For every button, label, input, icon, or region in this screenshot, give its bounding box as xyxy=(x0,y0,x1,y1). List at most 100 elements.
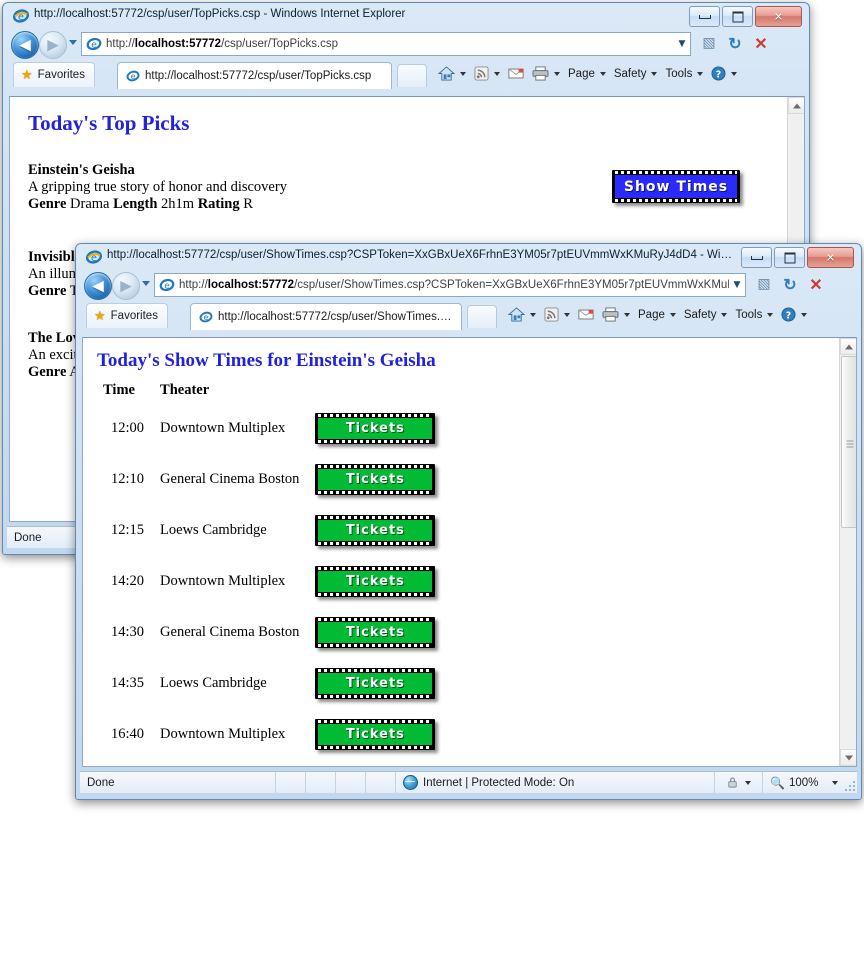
scroll-up-button[interactable] xyxy=(840,338,856,355)
film-perforations-bottom xyxy=(318,644,433,647)
tab-bar-showtimes[interactable]: ★ Favorites e http://localhost:57772/csp… xyxy=(80,300,857,330)
refresh-icon[interactable]: ↻ xyxy=(725,34,745,54)
page-content-showtimes: Today's Show Times for Einstein's Geisha… xyxy=(83,338,839,766)
tab-bar-toppicks[interactable]: ★ Favorites e http://localhost:57772/csp… xyxy=(7,59,805,89)
zoom-chevron-down-icon[interactable] xyxy=(832,780,839,785)
feeds-button[interactable] xyxy=(541,305,573,324)
tools-menu[interactable]: Tools xyxy=(732,307,776,323)
stop-icon[interactable]: ✕ xyxy=(751,34,771,54)
address-host: localhost:57772 xyxy=(207,279,295,291)
page-icon: e xyxy=(86,37,102,51)
browser-window-showtimes[interactable]: e http://localhost:57772/csp/user/ShowTi… xyxy=(75,243,862,800)
new-tab-button[interactable] xyxy=(397,64,427,87)
feeds-button[interactable] xyxy=(471,64,503,83)
genre-label: Genre xyxy=(28,196,67,212)
back-button[interactable]: ◀ xyxy=(84,272,112,300)
compatibility-view-icon[interactable]: ▧ xyxy=(754,275,774,295)
page-menu[interactable]: Page xyxy=(565,66,609,82)
command-bar-toppicks[interactable]: Page Safety Tools ? xyxy=(435,64,740,83)
tickets-button[interactable]: Tickets xyxy=(315,566,436,597)
scroll-up-button[interactable] xyxy=(788,97,804,114)
privacy-chevron-down-icon[interactable] xyxy=(745,780,751,785)
film-perforations-bottom xyxy=(318,440,433,443)
zoom-level: 100% xyxy=(788,776,819,789)
tickets-button[interactable]: Tickets xyxy=(315,617,436,648)
tickets-button[interactable]: Tickets xyxy=(315,719,436,750)
address-dropdown-chevron-down-icon[interactable]: ▼ xyxy=(729,280,745,290)
tickets-button[interactable]: Tickets xyxy=(315,515,436,546)
address-bar-showtimes[interactable]: e http://localhost:57772/csp/user/ShowTi… xyxy=(154,273,746,297)
scrollbar-thumb[interactable] xyxy=(841,356,856,528)
address-text[interactable]: http://localhost:57772/csp/user/TopPicks… xyxy=(106,38,674,50)
close-button[interactable]: ✕ xyxy=(755,6,802,27)
recent-pages-chevron-down-icon[interactable] xyxy=(142,281,150,286)
navigation-bar-showtimes[interactable]: ◀ ▶ e http://localhost:57772/csp/user/Sh… xyxy=(80,270,857,300)
maximize-button[interactable] xyxy=(722,6,753,27)
forward-button[interactable]: ▶ xyxy=(39,31,67,59)
tab-page-icon: e xyxy=(126,70,140,82)
scroll-down-button[interactable] xyxy=(840,749,856,766)
home-button[interactable] xyxy=(505,305,539,324)
window-controls-toppicks[interactable]: ✕ xyxy=(689,6,802,27)
safety-menu[interactable]: Safety xyxy=(681,307,731,323)
tickets-button[interactable]: Tickets xyxy=(315,413,436,444)
svg-text:?: ? xyxy=(786,310,791,321)
tools-menu[interactable]: Tools xyxy=(662,66,706,82)
safety-menu[interactable]: Safety xyxy=(611,66,661,82)
tools-menu-label: Tools xyxy=(735,308,763,321)
address-text[interactable]: http://localhost:57772/csp/user/ShowTime… xyxy=(179,279,729,291)
tab-toppicks[interactable]: e http://localhost:57772/csp/user/TopPic… xyxy=(117,62,392,89)
print-button[interactable] xyxy=(599,305,633,324)
minimize-button[interactable] xyxy=(689,6,720,27)
show-times-button-face: Show Times xyxy=(615,175,737,198)
resize-grip[interactable] xyxy=(842,778,855,791)
maximize-button[interactable] xyxy=(774,247,805,268)
navigation-bar-toppicks[interactable]: ◀ ▶ e http://localhost:57772/csp/user/To… xyxy=(7,29,805,59)
lock-icon xyxy=(728,777,737,788)
new-tab-button[interactable] xyxy=(467,305,497,328)
refresh-icon[interactable]: ↻ xyxy=(780,275,800,295)
print-button[interactable] xyxy=(529,64,563,83)
ie-logo-icon: e xyxy=(13,9,29,23)
recent-pages-chevron-down-icon[interactable] xyxy=(69,40,77,45)
length-label: Length xyxy=(113,196,158,212)
status-text-showtimes: Done xyxy=(87,776,115,789)
address-bar-toppicks[interactable]: e http://localhost:57772/csp/user/TopPic… xyxy=(81,32,691,56)
command-bar-showtimes[interactable]: Page Safety Tools ? xyxy=(505,305,810,324)
window-controls-showtimes[interactable]: ✕ xyxy=(741,247,854,268)
compatibility-view-icon[interactable]: ▧ xyxy=(699,34,719,54)
cell-tickets: Tickets xyxy=(309,454,445,505)
forward-button[interactable]: ▶ xyxy=(112,272,140,300)
titlebar-toppicks[interactable]: e http://localhost:57772/csp/user/TopPic… xyxy=(7,3,805,29)
titlebar-showtimes[interactable]: e http://localhost:57772/csp/user/ShowTi… xyxy=(80,244,857,270)
address-dropdown-chevron-down-icon[interactable]: ▼ xyxy=(674,39,690,49)
home-button[interactable] xyxy=(435,64,469,83)
mail-button[interactable] xyxy=(505,65,527,82)
help-icon: ? xyxy=(711,66,726,81)
show-times-button[interactable]: Show Times xyxy=(612,170,740,203)
close-button[interactable]: ✕ xyxy=(807,247,854,268)
page-menu[interactable]: Page xyxy=(635,307,679,323)
tickets-button[interactable]: Tickets xyxy=(315,464,436,495)
favorites-button[interactable]: ★ Favorites xyxy=(13,62,95,87)
tickets-button-face: Tickets xyxy=(318,724,433,745)
privacy-report[interactable] xyxy=(715,772,763,793)
vertical-scrollbar-showtimes[interactable] xyxy=(839,338,856,766)
security-zone[interactable]: Internet | Protected Mode: On xyxy=(403,775,574,790)
zoom-magnifier-icon: 🔍 xyxy=(770,775,785,790)
home-icon xyxy=(508,307,525,322)
minimize-button[interactable] xyxy=(741,247,772,268)
stop-icon[interactable]: ✕ xyxy=(806,275,826,295)
mail-button[interactable] xyxy=(575,306,597,323)
safety-menu-label: Safety xyxy=(683,308,717,321)
tickets-button[interactable]: Tickets xyxy=(315,668,436,699)
back-button[interactable]: ◀ xyxy=(11,31,39,59)
address-path: /csp/user/ShowTimes.csp?CSPToken=XxGBxUe… xyxy=(294,279,729,291)
rating-label: Rating xyxy=(197,196,240,212)
table-row: 14:35 Loews Cambridge Tickets xyxy=(97,658,445,709)
help-button[interactable]: ? xyxy=(708,64,740,83)
help-button[interactable]: ? xyxy=(778,305,810,324)
cell-tickets: Tickets xyxy=(309,505,445,556)
tab-showtimes[interactable]: e http://localhost:57772/csp/user/ShowTi… xyxy=(190,303,462,330)
favorites-button[interactable]: ★ Favorites xyxy=(86,303,168,328)
